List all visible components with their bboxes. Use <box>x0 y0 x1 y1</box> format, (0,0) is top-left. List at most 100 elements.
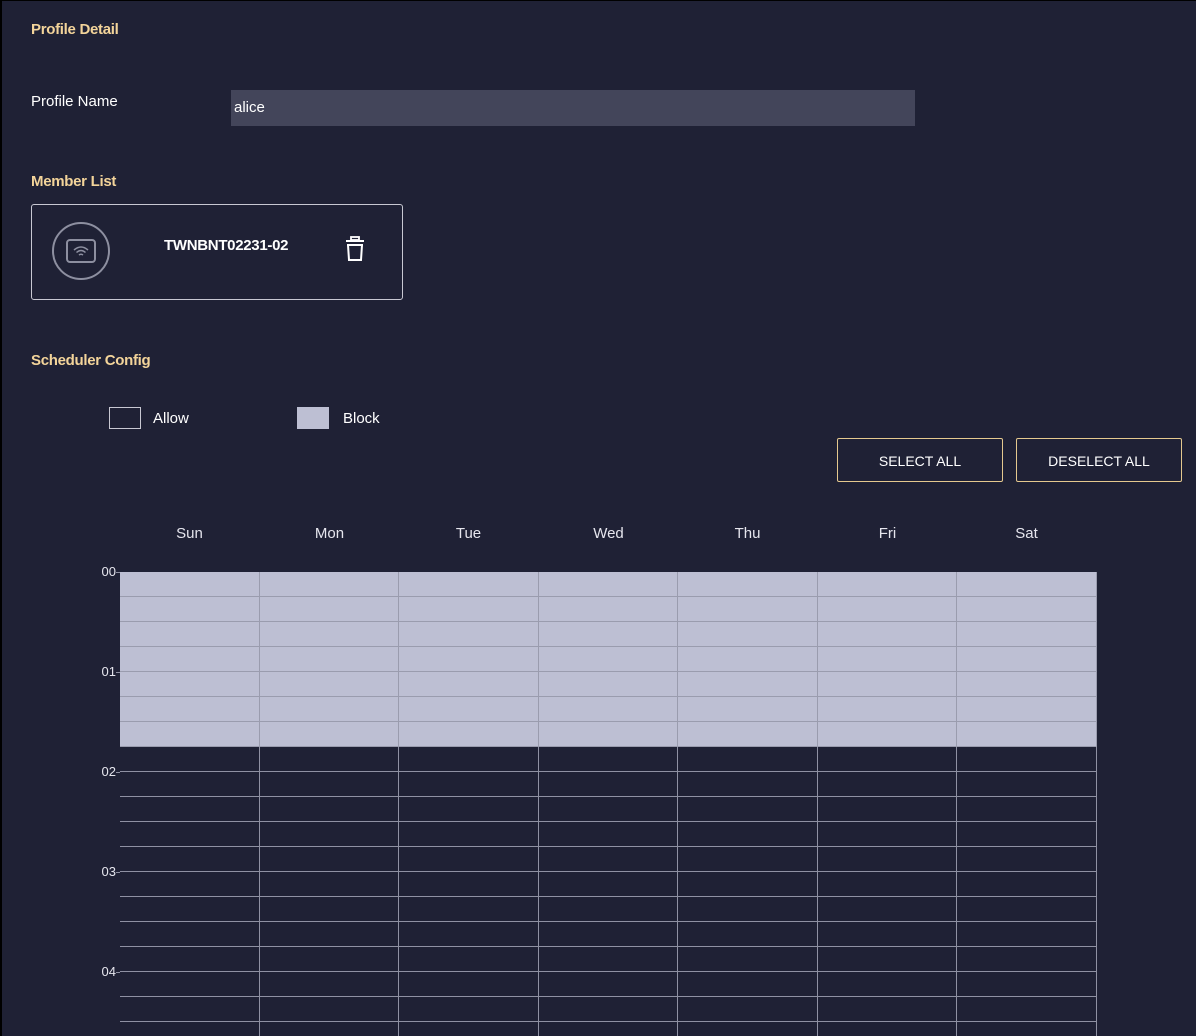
schedule-cell[interactable] <box>539 772 678 797</box>
schedule-cell[interactable] <box>818 972 957 997</box>
profile-name-input[interactable] <box>231 90 915 126</box>
schedule-cell[interactable] <box>120 947 260 972</box>
schedule-cell[interactable] <box>399 847 539 872</box>
schedule-cell[interactable] <box>399 897 539 922</box>
schedule-cell[interactable] <box>818 847 957 872</box>
schedule-cell[interactable] <box>539 747 678 772</box>
schedule-cell[interactable] <box>120 722 260 747</box>
schedule-cell[interactable] <box>399 772 539 797</box>
schedule-cell[interactable] <box>818 897 957 922</box>
schedule-cell[interactable] <box>957 1022 1097 1036</box>
schedule-cell[interactable] <box>678 922 818 947</box>
schedule-cell[interactable] <box>539 797 678 822</box>
schedule-cell[interactable] <box>120 572 260 597</box>
schedule-cell[interactable] <box>539 722 678 747</box>
schedule-cell[interactable] <box>120 847 260 872</box>
schedule-cell[interactable] <box>260 672 399 697</box>
schedule-cell[interactable] <box>260 1022 399 1036</box>
schedule-cell[interactable] <box>260 797 399 822</box>
schedule-cell[interactable] <box>818 797 957 822</box>
schedule-cell[interactable] <box>260 647 399 672</box>
schedule-cell[interactable] <box>260 872 399 897</box>
schedule-cell[interactable] <box>957 872 1097 897</box>
schedule-cell[interactable] <box>399 822 539 847</box>
schedule-cell[interactable] <box>957 997 1097 1022</box>
schedule-cell[interactable] <box>957 672 1097 697</box>
schedule-cell[interactable] <box>818 697 957 722</box>
schedule-cell[interactable] <box>957 722 1097 747</box>
schedule-cell[interactable] <box>957 897 1097 922</box>
schedule-cell[interactable] <box>260 772 399 797</box>
schedule-cell[interactable] <box>399 697 539 722</box>
schedule-cell[interactable] <box>399 972 539 997</box>
schedule-cell[interactable] <box>957 772 1097 797</box>
schedule-cell[interactable] <box>957 797 1097 822</box>
schedule-cell[interactable] <box>539 1022 678 1036</box>
schedule-cell[interactable] <box>957 847 1097 872</box>
schedule-cell[interactable] <box>539 672 678 697</box>
schedule-cell[interactable] <box>678 972 818 997</box>
schedule-cell[interactable] <box>539 622 678 647</box>
schedule-cell[interactable] <box>120 747 260 772</box>
schedule-cell[interactable] <box>678 747 818 772</box>
schedule-cell[interactable] <box>539 997 678 1022</box>
schedule-cell[interactable] <box>260 572 399 597</box>
schedule-cell[interactable] <box>678 997 818 1022</box>
schedule-cell[interactable] <box>120 1022 260 1036</box>
schedule-cell[interactable] <box>260 947 399 972</box>
schedule-cell[interactable] <box>818 822 957 847</box>
schedule-cell[interactable] <box>957 622 1097 647</box>
schedule-cell[interactable] <box>399 672 539 697</box>
schedule-cell[interactable] <box>260 822 399 847</box>
schedule-cell[interactable] <box>818 672 957 697</box>
schedule-cell[interactable] <box>260 597 399 622</box>
schedule-cell[interactable] <box>678 597 818 622</box>
schedule-cell[interactable] <box>678 622 818 647</box>
schedule-cell[interactable] <box>399 922 539 947</box>
schedule-cell[interactable] <box>260 972 399 997</box>
schedule-cell[interactable] <box>678 772 818 797</box>
schedule-cell[interactable] <box>818 1022 957 1036</box>
schedule-cell[interactable] <box>260 897 399 922</box>
schedule-cell[interactable] <box>957 647 1097 672</box>
trash-icon[interactable] <box>345 236 365 262</box>
schedule-cell[interactable] <box>539 597 678 622</box>
schedule-cell[interactable] <box>120 647 260 672</box>
schedule-cell[interactable] <box>818 872 957 897</box>
schedule-cell[interactable] <box>399 597 539 622</box>
schedule-cell[interactable] <box>120 597 260 622</box>
schedule-cell[interactable] <box>260 922 399 947</box>
schedule-cell[interactable] <box>260 847 399 872</box>
schedule-cell[interactable] <box>539 697 678 722</box>
schedule-cell[interactable] <box>399 722 539 747</box>
schedule-cell[interactable] <box>678 897 818 922</box>
schedule-cell[interactable] <box>120 672 260 697</box>
schedule-cell[interactable] <box>678 847 818 872</box>
schedule-cell[interactable] <box>678 672 818 697</box>
schedule-cell[interactable] <box>539 647 678 672</box>
schedule-cell[interactable] <box>818 722 957 747</box>
select-all-button[interactable]: SELECT ALL <box>837 438 1003 482</box>
schedule-cell[interactable] <box>957 947 1097 972</box>
schedule-cell[interactable] <box>120 822 260 847</box>
deselect-all-button[interactable]: DESELECT ALL <box>1016 438 1182 482</box>
schedule-cell[interactable] <box>957 697 1097 722</box>
schedule-cell[interactable] <box>678 572 818 597</box>
schedule-cell[interactable] <box>539 897 678 922</box>
schedule-cell[interactable] <box>539 947 678 972</box>
schedule-cell[interactable] <box>120 922 260 947</box>
schedule-cell[interactable] <box>260 747 399 772</box>
schedule-cell[interactable] <box>957 747 1097 772</box>
schedule-cell[interactable] <box>260 997 399 1022</box>
schedule-cell[interactable] <box>818 772 957 797</box>
schedule-cell[interactable] <box>399 997 539 1022</box>
schedule-cell[interactable] <box>399 747 539 772</box>
schedule-cell[interactable] <box>399 622 539 647</box>
schedule-cell[interactable] <box>539 922 678 947</box>
schedule-cell[interactable] <box>120 772 260 797</box>
schedule-cell[interactable] <box>678 872 818 897</box>
schedule-cell[interactable] <box>120 697 260 722</box>
schedule-cell[interactable] <box>818 647 957 672</box>
schedule-cell[interactable] <box>678 697 818 722</box>
schedule-cell[interactable] <box>957 572 1097 597</box>
